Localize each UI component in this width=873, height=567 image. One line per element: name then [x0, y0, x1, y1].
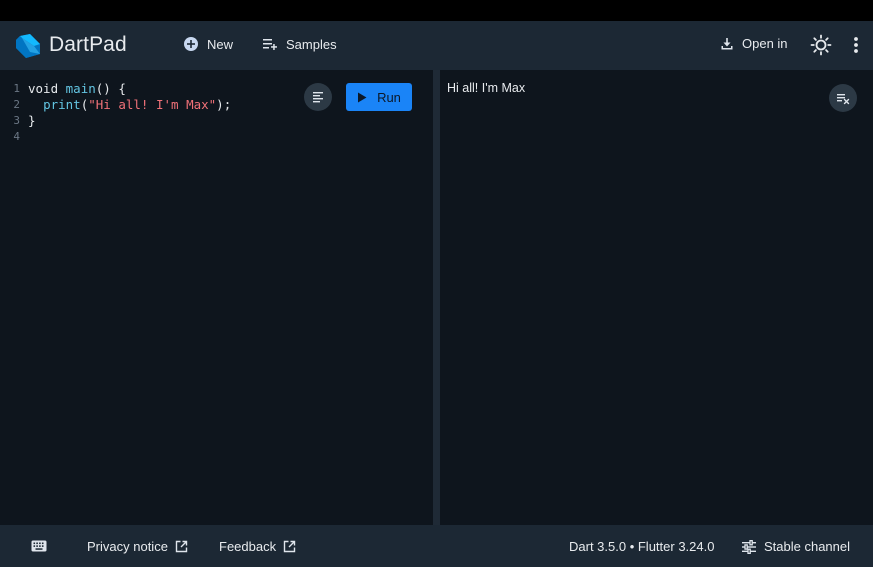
open-in-new-icon: [175, 540, 188, 553]
code-line[interactable]: 4: [0, 129, 231, 145]
app-header: DartPad New Samples Open in: [0, 21, 873, 70]
samples-button[interactable]: Samples: [262, 36, 337, 52]
open-in-new-icon: [283, 540, 296, 553]
code-token-plain: );: [216, 97, 232, 112]
code-token-fn: main: [65, 81, 96, 96]
more-vert-icon[interactable]: [846, 34, 866, 56]
code-line[interactable]: 2 print("Hi all! I'm Max");: [0, 97, 231, 113]
format-align-icon: [313, 92, 323, 103]
line-number: 4: [13, 130, 20, 143]
channel-label: Stable channel: [764, 539, 851, 554]
brightness-icon[interactable]: [810, 34, 832, 56]
code-token-plain: }: [28, 113, 36, 128]
line-number: 1: [13, 82, 20, 95]
code-text: void main() {: [28, 81, 126, 97]
line-number: 2: [13, 98, 20, 111]
feedback-label: Feedback: [219, 539, 277, 554]
code-editor[interactable]: 1 void main() {2 print("Hi all! I'm Max")…: [0, 70, 433, 525]
channel-selector[interactable]: Stable channel: [741, 539, 850, 554]
open-in-label: Open in: [742, 36, 788, 51]
keyboard-shortcuts-button[interactable]: [31, 540, 47, 552]
play-icon: [358, 92, 367, 102]
new-button[interactable]: New: [183, 36, 233, 52]
add-circle-icon: [184, 37, 198, 51]
open-in-button[interactable]: Open in: [720, 36, 788, 51]
code-token-str: "Hi all! I'm Max": [88, 97, 217, 112]
run-button-label: Run: [377, 89, 401, 105]
top-black-strip: [0, 0, 873, 21]
code-line[interactable]: 3}: [0, 113, 231, 129]
run-button[interactable]: Run: [346, 83, 412, 111]
code-text: print("Hi all! I'm Max");: [28, 97, 231, 113]
privacy-notice-link[interactable]: Privacy notice: [87, 539, 188, 554]
app-title: DartPad: [49, 33, 127, 56]
status-footer: Privacy notice Feedback Dart 3.5.0 • Flu…: [0, 525, 873, 567]
feedback-link[interactable]: Feedback: [219, 539, 296, 554]
keyboard-icon: [31, 540, 47, 552]
tune-icon: [742, 539, 756, 554]
clear-all-icon: [837, 94, 850, 105]
code-lines[interactable]: 1 void main() {2 print("Hi all! I'm Max")…: [0, 81, 231, 145]
code-token-fn: print: [43, 97, 81, 112]
line-number: 3: [13, 114, 20, 127]
dart-logo-icon[interactable]: [14, 32, 42, 60]
code-token-kw: void: [28, 81, 66, 96]
version-info: Dart 3.5.0 • Flutter 3.24.0: [569, 539, 715, 554]
download-icon: [721, 37, 733, 49]
clear-console-button[interactable]: [829, 84, 857, 112]
code-line[interactable]: 1 void main() {: [0, 81, 231, 97]
samples-button-label: Samples: [286, 36, 337, 52]
pane-splitter[interactable]: [433, 70, 440, 525]
code-text: }: [28, 113, 36, 129]
privacy-notice-label: Privacy notice: [87, 539, 168, 554]
playlist-add-icon: [263, 39, 277, 50]
console-output-text: Hi all! I'm Max: [447, 81, 526, 95]
code-token-plain: () {: [95, 81, 126, 96]
new-button-label: New: [207, 36, 234, 52]
console-output: Hi all! I'm Max: [440, 70, 873, 525]
format-button[interactable]: [304, 83, 332, 111]
